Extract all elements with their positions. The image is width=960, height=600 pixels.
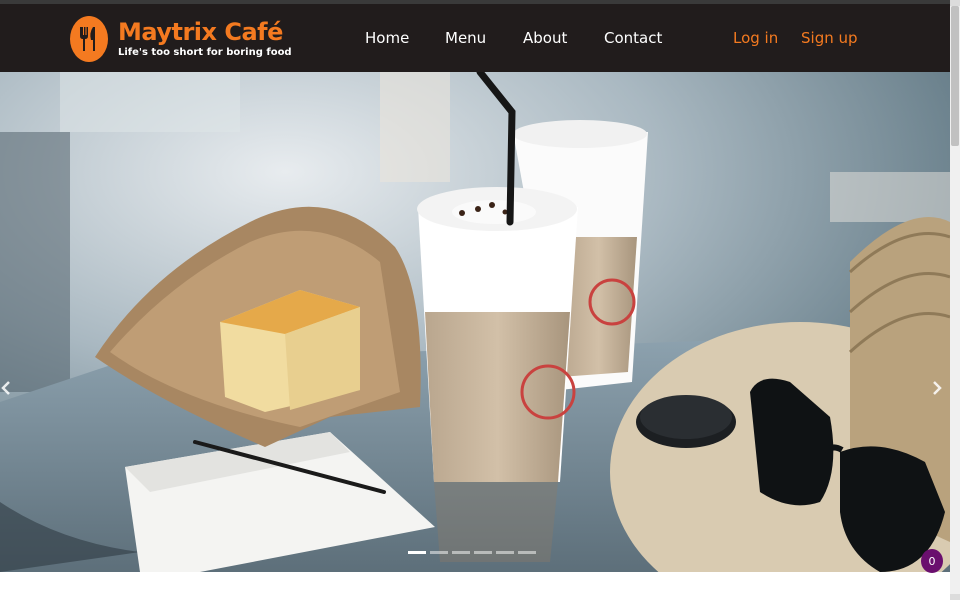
carousel-indicators [408,551,536,554]
nav-about-link[interactable]: About [523,29,567,47]
page-content-start [0,572,950,600]
carousel-indicator[interactable] [496,551,514,554]
carousel-indicator[interactable] [474,551,492,554]
signup-link[interactable]: Sign up [801,29,858,47]
carousel-next-button[interactable] [932,380,948,404]
carousel-indicator[interactable] [452,551,470,554]
carousel-indicator[interactable] [408,551,426,554]
scroll-thumb[interactable] [951,6,959,146]
nav-menu-link[interactable]: Menu [445,29,486,47]
hero-carousel [0,72,950,572]
carousel-indicator[interactable] [518,551,536,554]
chevron-right-icon [933,381,942,395]
nav-contact-link[interactable]: Contact [604,29,662,47]
chevron-left-icon [1,381,10,395]
chat-widget-button[interactable]: 0 [921,549,943,573]
scroll-down-arrow[interactable] [950,594,960,600]
main-nav: Home Menu About Contact Log in Sign up [0,4,950,72]
nav-home-link[interactable]: Home [365,29,409,47]
navbar: Maytrix Café Life's too short for boring… [0,4,950,72]
login-link[interactable]: Log in [733,29,778,47]
page-scrollbar[interactable] [950,0,960,600]
carousel-prev-button[interactable] [1,380,17,404]
carousel-indicator[interactable] [430,551,448,554]
hero-slide-image [0,72,950,572]
